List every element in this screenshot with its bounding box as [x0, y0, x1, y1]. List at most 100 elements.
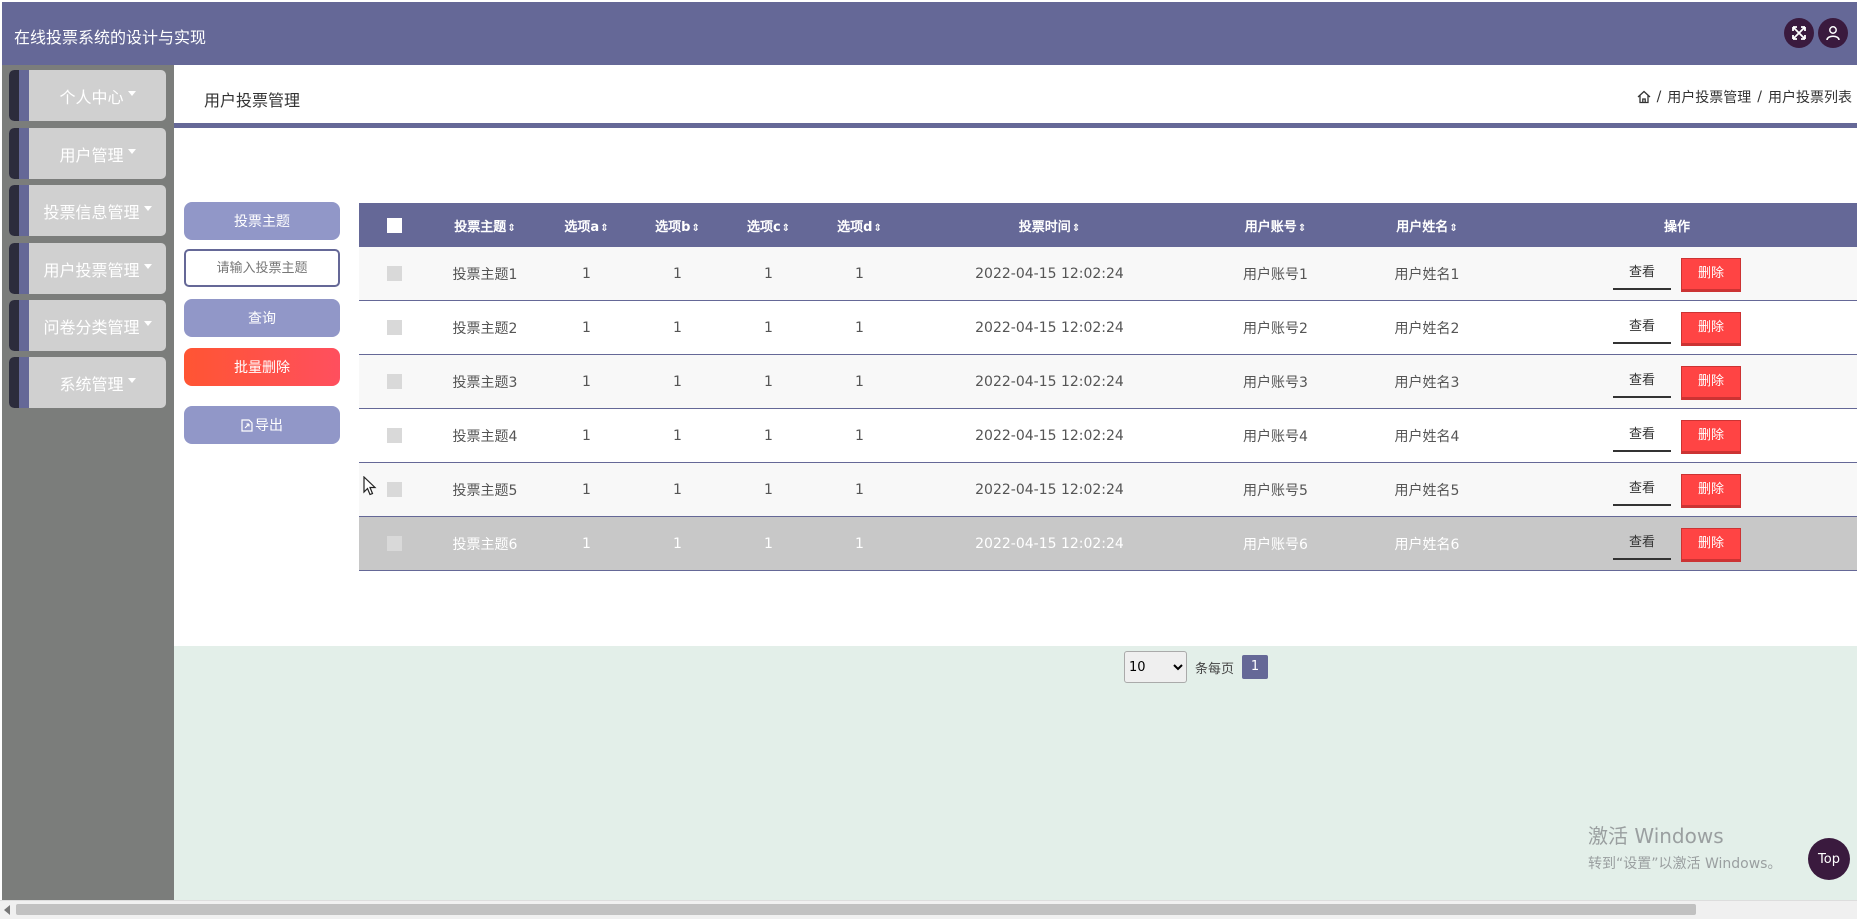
column-header-option-a[interactable]: 选项a⇕ — [541, 203, 632, 247]
cell-name: 用户姓名1 — [1357, 247, 1497, 301]
cell-option-c: 1 — [723, 300, 814, 355]
breadcrumb-item[interactable]: 用户投票管理 — [1667, 87, 1751, 107]
query-button[interactable]: 查询 — [184, 299, 340, 337]
cell-option-a: 1 — [541, 247, 632, 301]
fullscreen-icon — [1792, 26, 1806, 40]
fullscreen-button[interactable] — [1784, 18, 1814, 48]
page-size-select[interactable]: 10 — [1124, 651, 1187, 683]
cell-actions: 查看 删除 — [1497, 516, 1857, 571]
cell-option-b: 1 — [632, 408, 723, 463]
column-header-name[interactable]: 用户姓名⇕ — [1357, 203, 1497, 247]
column-header-text: 用户账号 — [1244, 219, 1297, 235]
table-row[interactable]: 投票主题6 1 1 1 1 2022-04-15 12:02:24 用户账号6 … — [359, 516, 1857, 571]
delete-button[interactable]: 删除 — [1681, 257, 1741, 290]
delete-button[interactable]: 删除 — [1681, 365, 1741, 398]
cell-option-d: 1 — [814, 462, 905, 517]
column-header-subject[interactable]: 投票主题⇕ — [429, 203, 541, 247]
user-menu-button[interactable] — [1818, 18, 1848, 48]
caret-down-icon — [143, 206, 152, 211]
watermark-subtitle: 转到“设置”以激活 Windows。 — [1588, 856, 1782, 872]
row-checkbox[interactable] — [386, 536, 402, 551]
cell-option-c: 1 — [723, 408, 814, 463]
header-select-all[interactable] — [359, 203, 429, 247]
page-number-button[interactable]: 1 — [1242, 655, 1269, 679]
breadcrumb: / 用户投票管理 / 用户投票列表 — [1637, 87, 1852, 107]
row-checkbox[interactable] — [386, 266, 402, 281]
cell-option-b: 1 — [632, 354, 723, 409]
scrollbar-thumb[interactable] — [16, 904, 1696, 915]
row-checkbox[interactable] — [386, 320, 402, 335]
sidebar-item-label: 个人中心 — [59, 87, 124, 107]
column-header-vote-time[interactable]: 投票时间⇕ — [905, 203, 1194, 247]
cell-subject: 投票主题6 — [429, 516, 541, 571]
cell-option-b: 1 — [632, 247, 723, 301]
view-button[interactable]: 查看 — [1613, 258, 1671, 290]
back-to-top-button[interactable]: Top — [1808, 838, 1850, 880]
delete-button[interactable]: 删除 — [1681, 311, 1741, 344]
row-checkbox[interactable] — [386, 482, 402, 497]
cell-subject: 投票主题1 — [429, 247, 541, 301]
table-row[interactable]: 投票主题1 1 1 1 1 2022-04-15 12:02:24 用户账号1 … — [359, 247, 1857, 301]
view-button[interactable]: 查看 — [1613, 312, 1671, 344]
sidebar-item-system-management[interactable]: 系统管理 — [9, 357, 166, 408]
view-button[interactable]: 查看 — [1613, 528, 1671, 560]
cell-option-d: 1 — [814, 516, 905, 571]
sidebar-item-survey-category-management[interactable]: 问卷分类管理 — [9, 300, 166, 351]
delete-button[interactable]: 删除 — [1681, 527, 1741, 560]
view-button[interactable]: 查看 — [1613, 474, 1671, 506]
cell-account: 用户账号3 — [1194, 354, 1357, 409]
search-input[interactable] — [184, 249, 340, 287]
table-row[interactable]: 投票主题3 1 1 1 1 2022-04-15 12:02:24 用户账号3 … — [359, 354, 1857, 409]
sidebar-accent — [9, 185, 19, 236]
table-header-row: 投票主题⇕ 选项a⇕ 选项b⇕ 选项c⇕ 选项d⇕ 投票时间⇕ 用户账号⇕ 用户… — [359, 203, 1857, 247]
breadcrumb-separator: / — [1757, 89, 1762, 105]
cell-option-c: 1 — [723, 516, 814, 571]
sidebar-accent — [19, 70, 29, 121]
column-header-account[interactable]: 用户账号⇕ — [1194, 203, 1357, 247]
sidebar-accent — [9, 300, 19, 351]
sort-icon: ⇕ — [873, 222, 882, 234]
cell-option-c: 1 — [723, 354, 814, 409]
caret-down-icon — [143, 321, 152, 326]
sidebar-accent — [19, 185, 29, 236]
sidebar-item-vote-info-management[interactable]: 投票信息管理 — [9, 185, 166, 236]
sidebar-item-personal-center[interactable]: 个人中心 — [9, 70, 166, 121]
column-header-text: 用户姓名 — [1396, 219, 1449, 235]
row-checkbox[interactable] — [386, 428, 402, 443]
row-checkbox[interactable] — [386, 374, 402, 389]
cell-vote-time: 2022-04-15 12:02:24 — [905, 354, 1194, 409]
column-header-text: 投票时间 — [1018, 219, 1071, 235]
table-row[interactable]: 投票主题4 1 1 1 1 2022-04-15 12:02:24 用户账号4 … — [359, 408, 1857, 463]
scroll-left-arrow-icon[interactable] — [4, 905, 10, 915]
select-all-checkbox[interactable] — [386, 217, 402, 233]
sidebar-accent — [9, 357, 19, 408]
breadcrumb-item: 用户投票列表 — [1768, 90, 1852, 106]
cell-actions: 查看 删除 — [1497, 408, 1857, 463]
cell-vote-time: 2022-04-15 12:02:24 — [905, 462, 1194, 517]
caret-down-icon — [127, 91, 136, 96]
view-button[interactable]: 查看 — [1613, 420, 1671, 452]
cell-subject: 投票主题5 — [429, 462, 541, 517]
horizontal-scrollbar[interactable] — [0, 900, 1857, 919]
main-area: 用户投票管理 / 用户投票管理 / 用户投票列表 投票主题 查询 批量删除 导出 — [174, 65, 1857, 900]
batch-delete-button[interactable]: 批量删除 — [184, 348, 340, 386]
column-header-option-c[interactable]: 选项c⇕ — [723, 203, 814, 247]
cell-actions: 查看 删除 — [1497, 354, 1857, 409]
delete-button[interactable]: 删除 — [1681, 473, 1741, 506]
export-button[interactable]: 导出 — [184, 406, 340, 444]
table-row[interactable]: 投票主题2 1 1 1 1 2022-04-15 12:02:24 用户账号2 … — [359, 300, 1857, 355]
sidebar-accent — [19, 300, 29, 351]
export-file-icon — [241, 418, 253, 432]
column-header-option-b[interactable]: 选项b⇕ — [632, 203, 723, 247]
home-icon[interactable] — [1637, 90, 1651, 104]
cell-option-a: 1 — [541, 462, 632, 517]
sidebar-item-user-management[interactable]: 用户管理 — [9, 128, 166, 179]
column-header-option-d[interactable]: 选项d⇕ — [814, 203, 905, 247]
delete-button[interactable]: 删除 — [1681, 419, 1741, 452]
sidebar-item-user-vote-management[interactable]: 用户投票管理 — [9, 243, 166, 294]
sort-icon: ⇕ — [600, 222, 609, 234]
cell-option-d: 1 — [814, 247, 905, 301]
table-row[interactable]: 投票主题5 1 1 1 1 2022-04-15 12:02:24 用户账号5 … — [359, 462, 1857, 517]
view-button[interactable]: 查看 — [1613, 366, 1671, 398]
cell-account: 用户账号1 — [1194, 247, 1357, 301]
